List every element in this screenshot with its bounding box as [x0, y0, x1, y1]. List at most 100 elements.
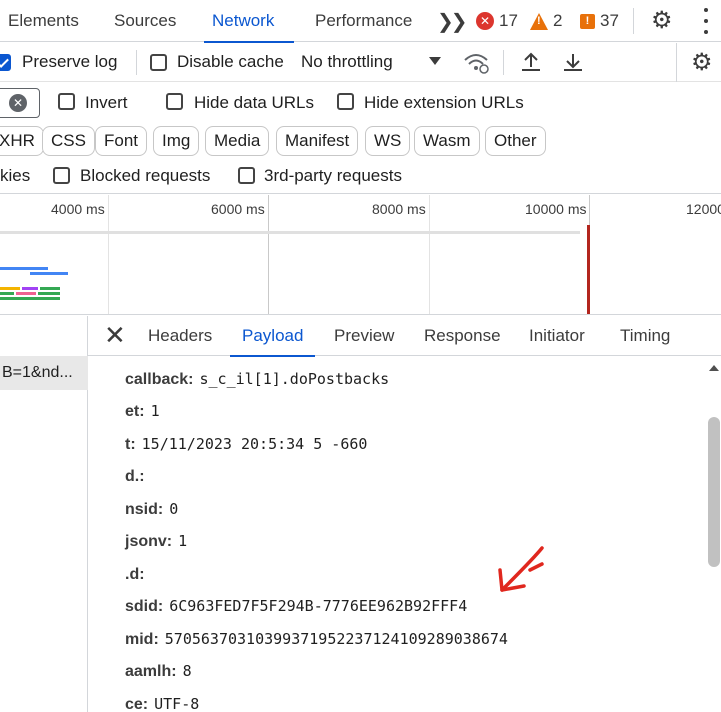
issues-count: 37 [600, 11, 619, 30]
payload-value: s_c_il[1].doPostbacks [199, 370, 390, 388]
payload-row[interactable]: et: 1 [125, 402, 160, 421]
chip-other[interactable]: Other [485, 126, 546, 156]
disable-cache-label[interactable]: Disable cache [177, 52, 284, 72]
clear-filter-icon[interactable]: ✕ [9, 94, 27, 112]
request-list: B=1&nd... [0, 316, 88, 712]
throttling-select[interactable]: No throttling [301, 52, 393, 72]
tick-label: 12000 [686, 201, 721, 217]
tab-timing[interactable]: Timing [620, 316, 670, 356]
waterfall-bar [0, 287, 20, 290]
warnings-badge[interactable]: ! 2 [530, 11, 562, 31]
chevron-down-icon[interactable] [429, 57, 441, 65]
chip-img[interactable]: Img [153, 126, 200, 156]
payload-row[interactable]: ce: UTF-8 [125, 695, 199, 712]
chip-font[interactable]: Font [95, 126, 148, 156]
request-detail-tabs: ✕ Headers Payload Preview Response Initi… [88, 316, 721, 357]
chip-wasm[interactable]: Wasm [414, 126, 480, 156]
preserve-log-label[interactable]: Preserve log [22, 52, 117, 72]
gridline [268, 195, 269, 314]
chip-manifest[interactable]: Manifest [276, 126, 359, 156]
hide-data-urls-label[interactable]: Hide data URLs [194, 93, 314, 113]
third-party-checkbox[interactable] [238, 167, 255, 184]
tick-label: 6000 ms [211, 201, 265, 217]
request-filters-row: kies Blocked requests 3rd-party requests [0, 159, 721, 194]
error-icon: ✕ [476, 12, 494, 30]
filter-row: ✕ Invert Hide data URLs Hide extension U… [0, 82, 721, 122]
network-overview-timeline[interactable]: 4000 ms 6000 ms 8000 ms 10000 ms 12000 [0, 195, 721, 315]
close-icon[interactable]: ✕ [104, 322, 126, 348]
resource-type-filters: XHR CSS Font Img Media Manifest WS Wasm … [0, 122, 721, 159]
waterfall-bar [30, 272, 68, 275]
waterfall-bar [0, 267, 48, 270]
tab-initiator[interactable]: Initiator [529, 316, 585, 356]
payload-key: mid: [125, 631, 159, 648]
request-row-selected[interactable]: B=1&nd... [0, 356, 88, 390]
payload-key: .d: [125, 566, 145, 583]
divider [136, 50, 137, 75]
payload-key: nsid: [125, 501, 164, 518]
gridline [429, 195, 430, 314]
import-har-icon[interactable] [519, 50, 543, 74]
tab-network[interactable]: Network [203, 0, 295, 43]
settings-gear-icon[interactable]: ⚙ [651, 6, 673, 35]
tab-elements[interactable]: Elements [8, 0, 79, 42]
tick-label: 10000 ms [525, 201, 587, 217]
hide-extension-urls-checkbox[interactable] [337, 93, 354, 110]
payload-row[interactable]: nsid: 0 [125, 500, 178, 519]
tab-performance[interactable]: Performance [315, 0, 412, 42]
payload-row[interactable]: jsonv: 1 [125, 532, 187, 551]
chip-xhr[interactable]: XHR [0, 126, 44, 156]
tab-sources[interactable]: Sources [114, 0, 176, 42]
cookies-label[interactable]: kies [0, 166, 30, 186]
payload-row[interactable]: sdid: 6C963FED7F5F294B-7776EE962B92FFF4 [125, 597, 467, 616]
hide-data-urls-checkbox[interactable] [166, 93, 183, 110]
payload-row[interactable]: d.: [125, 467, 151, 486]
export-har-icon[interactable] [561, 50, 585, 74]
hide-extension-urls-label[interactable]: Hide extension URLs [364, 93, 524, 113]
payload-row[interactable]: callback: s_c_il[1].doPostbacks [125, 370, 389, 389]
tick-label: 4000 ms [51, 201, 105, 217]
more-tabs-icon[interactable]: ❯❯ [437, 9, 467, 34]
tab-preview[interactable]: Preview [334, 316, 394, 356]
chip-media[interactable]: Media [205, 126, 270, 156]
payload-row[interactable]: aamlh: 8 [125, 662, 192, 681]
blocked-requests-checkbox[interactable] [53, 167, 70, 184]
filter-input[interactable]: ✕ [0, 88, 40, 118]
more-options-icon[interactable] [700, 8, 712, 34]
payload-row[interactable]: t: 15/11/2023 20:5:34 5 -660 [125, 435, 367, 454]
blocked-requests-label[interactable]: Blocked requests [80, 166, 210, 186]
invert-label[interactable]: Invert [85, 93, 128, 113]
preserve-log-checkbox[interactable] [0, 54, 11, 71]
scroll-up-arrow-icon[interactable] [709, 365, 719, 371]
payload-key: jsonv: [125, 533, 173, 550]
network-conditions-icon[interactable] [462, 50, 490, 74]
network-settings-gear-icon[interactable]: ⚙ [691, 48, 713, 77]
divider [633, 8, 634, 34]
tab-payload[interactable]: Payload [229, 316, 316, 357]
waterfall-bar [0, 292, 14, 295]
issues-icon: ! [580, 13, 595, 29]
payload-value: 8 [182, 662, 192, 680]
waterfall-bar [38, 292, 60, 295]
devtools-tab-bar: Elements Sources Network Performance ❯❯ … [0, 0, 721, 43]
payload-key: et: [125, 403, 145, 420]
payload-value: UTF-8 [154, 695, 200, 712]
third-party-label[interactable]: 3rd-party requests [264, 166, 402, 186]
payload-value: 6C963FED7F5F294B-7776EE962B92FFF4 [169, 597, 468, 615]
divider [503, 50, 504, 75]
chip-ws[interactable]: WS [365, 126, 411, 156]
warning-icon: ! [530, 12, 548, 30]
issues-badge[interactable]: ! 37 [580, 11, 619, 31]
chip-css[interactable]: CSS [42, 126, 95, 156]
errors-badge[interactable]: ✕ 17 [476, 11, 518, 31]
gridline [108, 195, 109, 314]
tab-response[interactable]: Response [424, 316, 501, 356]
invert-checkbox[interactable] [58, 93, 75, 110]
payload-row[interactable]: mid: 570563703103993719522371241092890386… [125, 630, 508, 649]
payload-scrollbar[interactable] [706, 357, 721, 712]
waterfall-bar [40, 287, 60, 290]
payload-row[interactable]: .d: [125, 565, 151, 584]
tab-headers[interactable]: Headers [148, 316, 212, 356]
scrollbar-thumb[interactable] [708, 417, 720, 567]
disable-cache-checkbox[interactable] [150, 54, 167, 71]
